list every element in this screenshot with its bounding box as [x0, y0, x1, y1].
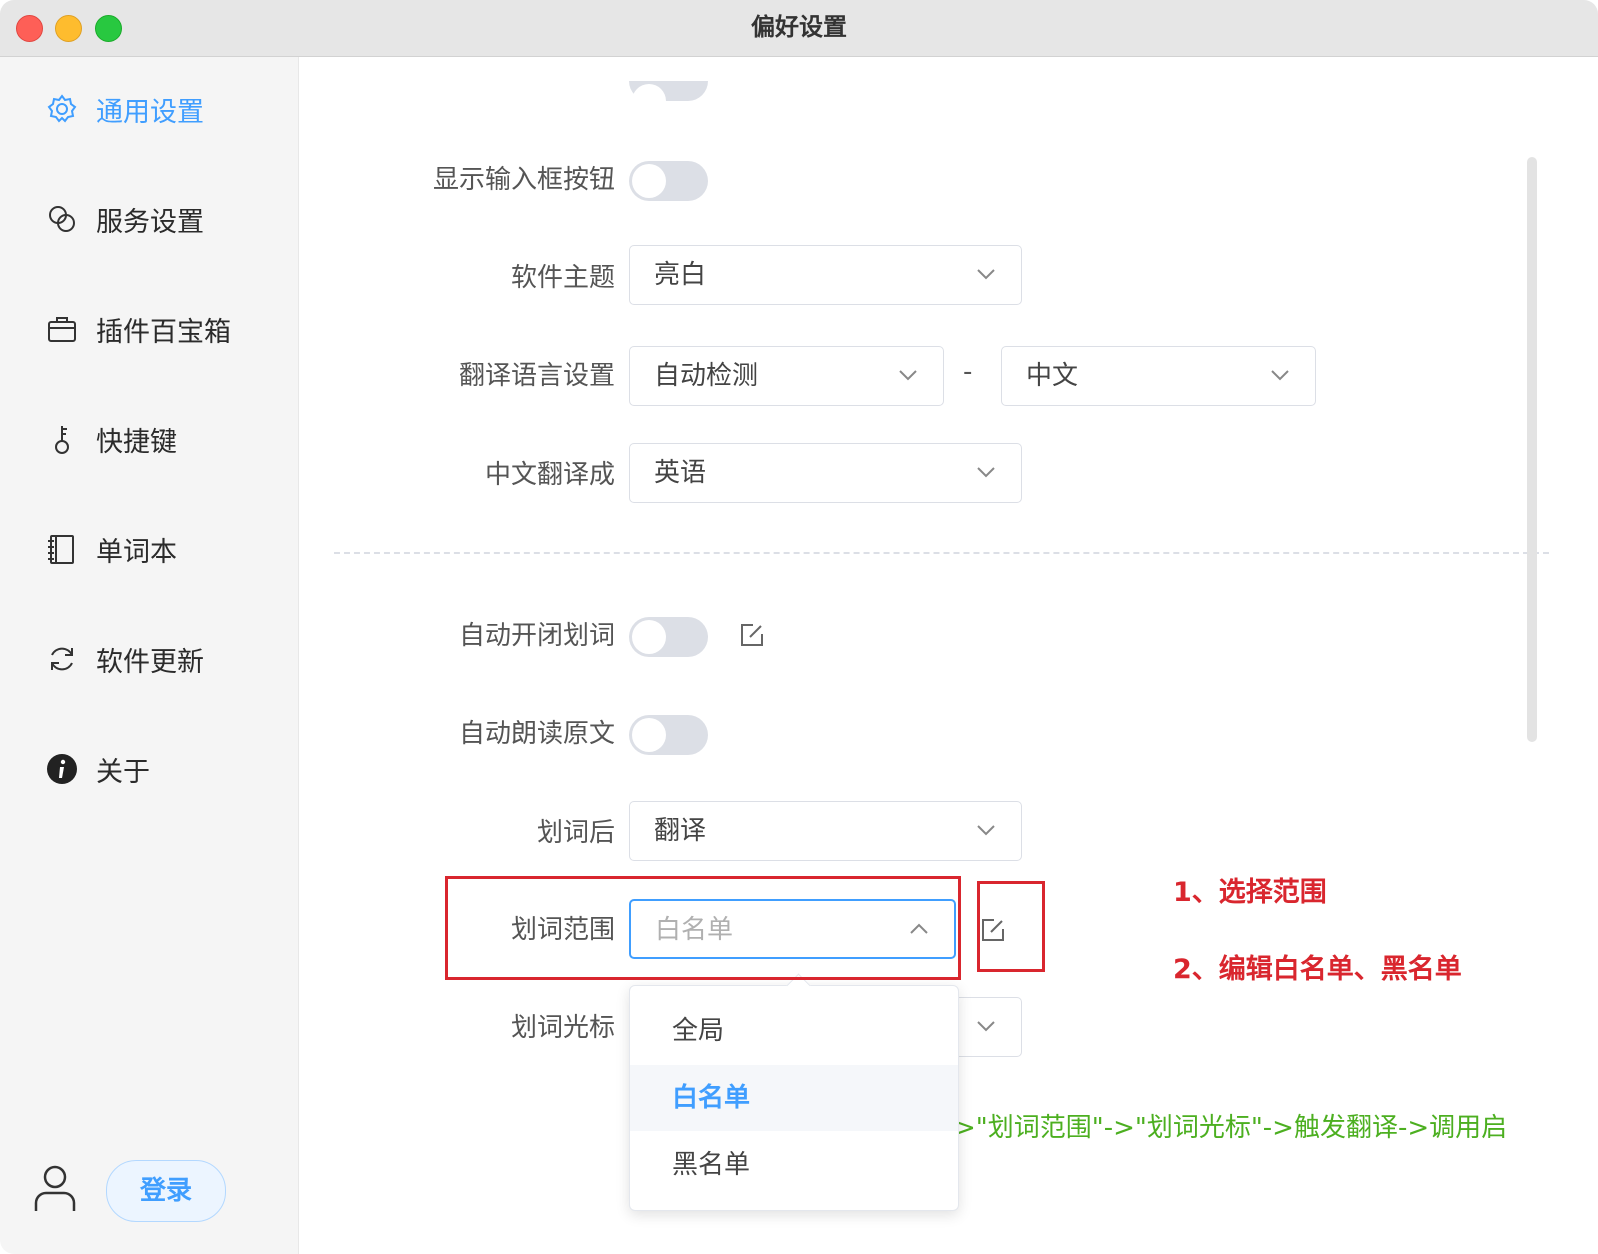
sidebar-item-label: 快捷键 — [96, 426, 177, 458]
sidebar: 通用设置 服务设置 插件百宝箱 快捷键 单词本 软件更新 关于 登录 — [0, 57, 299, 1254]
sidebar-item-label: 插件百宝箱 — [96, 316, 231, 348]
source-language-select[interactable]: 自动检测 — [629, 346, 944, 406]
select-scope-dropdown: 全局 白名单 黑名单 — [629, 973, 959, 1211]
after-select-value: 翻译 — [654, 816, 707, 846]
preferences-window: 偏好设置 通用设置 服务设置 插件百宝箱 快捷键 单词本 软件更新 关于 登录 … — [0, 0, 1598, 1254]
login-button[interactable]: 登录 — [106, 1160, 226, 1222]
target-language-select[interactable]: 中文 — [1001, 346, 1316, 406]
after-select-select[interactable]: 翻译 — [629, 801, 1022, 861]
sidebar-item-update[interactable]: 软件更新 — [46, 639, 204, 679]
sidebar-item-label: 服务设置 — [96, 206, 204, 238]
chevron-down-icon — [1271, 370, 1289, 381]
annotation-step1: 1、选择范围 — [1173, 877, 1327, 908]
sidebar-item-wordbook[interactable]: 单词本 — [46, 529, 177, 569]
sidebar-item-label: 软件更新 — [96, 646, 204, 678]
sidebar-item-label: 单词本 — [96, 536, 177, 568]
window-title: 偏好设置 — [751, 13, 847, 41]
show-input-button-label: 显示输入框按钮 — [432, 165, 615, 195]
edit-icon[interactable] — [739, 622, 765, 648]
dropdown-option-blacklist[interactable]: 黑名单 — [630, 1132, 958, 1198]
annotation-box-scope — [445, 876, 961, 980]
source-language-value: 自动检测 — [654, 361, 759, 391]
title-bar: 偏好设置 — [0, 0, 1598, 57]
target-language-value: 中文 — [1026, 361, 1079, 391]
chinese-to-label: 中文翻译成 — [484, 460, 615, 490]
annotation-box-edit — [977, 881, 1045, 972]
dropdown-option-global[interactable]: 全局 — [630, 998, 958, 1064]
select-cursor-label: 划词光标 — [510, 1013, 615, 1043]
auto-toggle-select-switch[interactable] — [629, 617, 708, 657]
partial-switch[interactable] — [629, 81, 708, 101]
sidebar-item-general[interactable]: 通用设置 — [46, 89, 204, 129]
sidebar-item-service[interactable]: 服务设置 — [46, 199, 204, 239]
refresh-icon — [46, 643, 78, 675]
auto-read-label: 自动朗读原文 — [458, 719, 615, 749]
user-avatar-icon[interactable] — [32, 1163, 78, 1213]
settings-panel: 显示输入框按钮 软件主题 亮白 翻译语言设置 自动检测 - 中文 中文翻译成 英… — [299, 57, 1598, 1254]
chevron-down-icon — [977, 825, 995, 836]
sidebar-item-shortcuts[interactable]: 快捷键 — [46, 419, 177, 459]
theme-select[interactable]: 亮白 — [629, 245, 1022, 305]
show-input-button-switch[interactable] — [629, 161, 708, 201]
sidebar-item-label: 通用设置 — [96, 96, 204, 128]
chevron-down-icon — [977, 1021, 995, 1032]
chevron-down-icon — [899, 370, 917, 381]
key-icon — [46, 423, 78, 455]
chevron-down-icon — [977, 269, 995, 280]
flow-note: >"划词范围"->"划词光标"->触发翻译->调用启 — [954, 1113, 1508, 1143]
auto-read-switch[interactable] — [629, 715, 708, 755]
translate-language-label: 翻译语言设置 — [458, 361, 615, 391]
theme-label: 软件主题 — [510, 263, 615, 293]
theme-value: 亮白 — [654, 260, 707, 290]
sidebar-item-plugins[interactable]: 插件百宝箱 — [46, 309, 231, 349]
gear-icon — [46, 93, 78, 125]
after-select-label: 划词后 — [536, 818, 615, 848]
section-divider — [334, 552, 1549, 554]
notebook-icon — [46, 533, 78, 565]
briefcase-icon — [46, 313, 78, 345]
dropdown-option-whitelist[interactable]: 白名单 — [630, 1065, 958, 1131]
language-separator: - — [963, 357, 973, 387]
chinese-to-select[interactable]: 英语 — [629, 443, 1022, 503]
sidebar-item-label: 关于 — [96, 756, 150, 788]
chevron-down-icon — [977, 467, 995, 478]
annotation-step2: 2、编辑白名单、黑名单 — [1173, 954, 1462, 985]
chinese-to-value: 英语 — [654, 458, 707, 488]
scrollbar[interactable] — [1527, 157, 1537, 742]
info-icon — [46, 753, 78, 785]
auto-toggle-select-label: 自动开闭划词 — [458, 621, 615, 651]
sidebar-item-about[interactable]: 关于 — [46, 749, 150, 789]
service-icon — [46, 203, 78, 235]
